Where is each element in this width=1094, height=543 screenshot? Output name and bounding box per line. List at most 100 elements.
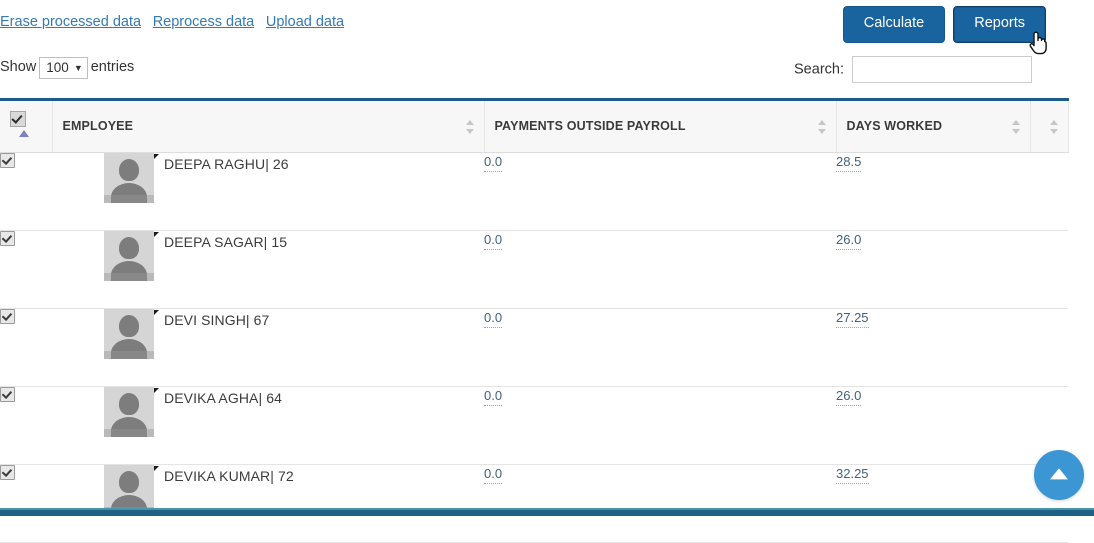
sort-up-icon [1049, 119, 1058, 125]
sort-ascending-icon[interactable] [19, 130, 29, 137]
header-payments-outside-payroll-label: PAYMENTS OUTSIDE PAYROLL [494, 119, 686, 133]
employee-name: DEVIKA KUMAR| 72 [164, 468, 294, 484]
payments-outside-payroll-value[interactable]: 0.0 [484, 153, 503, 172]
sort-icon[interactable] [1011, 119, 1021, 135]
extra-cell [1030, 308, 1068, 387]
table-row: DEEPA SAGAR| 15 0.0 26.0 [0, 230, 1068, 309]
payments-outside-payroll-cell: 0.0 [484, 230, 836, 309]
chevron-down-icon: ▼ [73, 63, 83, 73]
payments-outside-payroll-cell: 0.0 [484, 464, 836, 543]
page-length-select[interactable]: 100 ▼ [39, 57, 88, 79]
table-row: DEVIKA AGHA| 64 0.0 26.0 [0, 386, 1068, 465]
days-worked-value[interactable]: 28.5 [836, 153, 862, 172]
avatar-shade [104, 195, 154, 203]
payments-outside-payroll-value[interactable]: 0.0 [484, 309, 503, 328]
days-worked-value[interactable]: 32.25 [836, 465, 869, 484]
row-select-cell [0, 386, 52, 465]
primary-action-buttons: Calculate Reports [842, 6, 1046, 43]
toolbar: Erase processed data Reprocess data Uplo… [0, 6, 1068, 44]
avatar[interactable] [104, 309, 154, 359]
page-length-value: 100 [46, 60, 69, 75]
avatar-wrapper [104, 231, 159, 281]
row-checkbox[interactable] [0, 387, 15, 402]
arrow-up-icon [1050, 468, 1068, 480]
table-row: DEEPA RAGHU| 26 0.0 28.5 [0, 152, 1068, 231]
avatar[interactable] [104, 231, 154, 281]
employee-cell: DEVIKA AGHA| 64 [52, 386, 484, 465]
sort-down-icon [1011, 128, 1020, 134]
avatar[interactable] [104, 153, 154, 203]
days-worked-cell: 27.25 [836, 308, 1030, 387]
page-root: Erase processed data Reprocess data Uplo… [0, 0, 1094, 543]
row-checkbox[interactable] [0, 153, 15, 168]
days-worked-cell: 28.5 [836, 152, 1030, 231]
calculate-button[interactable]: Calculate [842, 6, 946, 43]
erase-processed-data-link[interactable]: Erase processed data [0, 14, 141, 30]
employee-name: DEVI SINGH| 67 [164, 312, 270, 328]
avatar-shade [104, 273, 154, 281]
sort-up-icon [1011, 119, 1020, 125]
reprocess-data-link[interactable]: Reprocess data [153, 14, 255, 30]
header-extra-column[interactable] [1029, 98, 1069, 153]
row-checkbox[interactable] [0, 465, 15, 480]
search-input[interactable] [852, 56, 1032, 83]
sort-up-icon [465, 119, 474, 125]
days-worked-cell: 26.0 [836, 230, 1030, 309]
employee-cell: DEEPA RAGHU| 26 [52, 152, 484, 231]
header-employee-label: EMPLOYEE [62, 119, 134, 133]
employee-cell: DEEPA SAGAR| 15 [52, 230, 484, 309]
header-days-worked-label: DAYS WORKED [846, 119, 943, 133]
select-all-checkbox[interactable] [10, 111, 26, 127]
table-header: EMPLOYEE PAYMENTS OUTSIDE PAYROLL DAYS W… [0, 98, 1069, 153]
header-days-worked[interactable]: DAYS WORKED [835, 98, 1030, 153]
table-body: DEEPA RAGHU| 26 0.0 28.5 DEEPA SAGAR| 15… [0, 152, 1068, 543]
avatar-wrapper [104, 309, 159, 359]
payments-outside-payroll-value[interactable]: 0.0 [484, 231, 503, 250]
avatar-marker-icon [154, 232, 159, 237]
payments-outside-payroll-value[interactable]: 0.0 [484, 387, 503, 406]
days-worked-value[interactable]: 26.0 [836, 231, 862, 250]
sort-down-icon [817, 128, 826, 134]
payments-outside-payroll-cell: 0.0 [484, 308, 836, 387]
avatar-head-shape [119, 471, 139, 493]
avatar-head-shape [119, 237, 139, 259]
row-checkbox[interactable] [0, 309, 15, 324]
row-select-cell [0, 308, 52, 387]
avatar-shade [104, 351, 154, 359]
avatar[interactable] [104, 387, 154, 437]
avatar-head-shape [119, 393, 139, 415]
days-worked-cell: 32.25 [836, 464, 1030, 543]
row-checkbox[interactable] [0, 231, 15, 246]
header-payments-outside-payroll[interactable]: PAYMENTS OUTSIDE PAYROLL [483, 98, 836, 153]
scroll-to-top-button[interactable] [1034, 450, 1084, 500]
employee-table: EMPLOYEE PAYMENTS OUTSIDE PAYROLL DAYS W… [0, 98, 1069, 543]
employee-name: DEEPA SAGAR| 15 [164, 234, 288, 250]
sort-icon[interactable] [817, 119, 827, 135]
days-worked-value[interactable]: 27.25 [836, 309, 869, 328]
upload-data-link[interactable]: Upload data [266, 14, 344, 30]
avatar-head-shape [119, 159, 139, 181]
avatar-marker-icon [154, 310, 159, 315]
days-worked-cell: 26.0 [836, 386, 1030, 465]
row-select-cell [0, 464, 52, 543]
days-worked-value[interactable]: 26.0 [836, 387, 862, 406]
payments-outside-payroll-value[interactable]: 0.0 [484, 465, 503, 484]
extra-cell [1030, 152, 1068, 231]
extra-cell [1030, 230, 1068, 309]
header-employee[interactable]: EMPLOYEE [51, 98, 484, 153]
header-select-all-cell[interactable] [0, 98, 52, 153]
sort-icon[interactable] [1049, 119, 1059, 135]
sort-icon[interactable] [465, 119, 475, 135]
table-row: DEVIKA KUMAR| 72 0.0 32.25 [0, 464, 1068, 543]
employee-cell: DEVI SINGH| 67 [52, 308, 484, 387]
avatar-marker-icon [154, 388, 159, 393]
avatar-wrapper [104, 153, 159, 203]
sort-down-icon [465, 128, 474, 134]
search-control: Search: [794, 56, 1032, 83]
employee-cell: DEVIKA KUMAR| 72 [52, 464, 484, 543]
row-select-cell [0, 152, 52, 231]
search-label: Search: [794, 61, 844, 78]
reports-button[interactable]: Reports [953, 6, 1046, 43]
entries-label: entries [90, 59, 135, 75]
employee-name: DEVIKA AGHA| 64 [164, 390, 282, 406]
